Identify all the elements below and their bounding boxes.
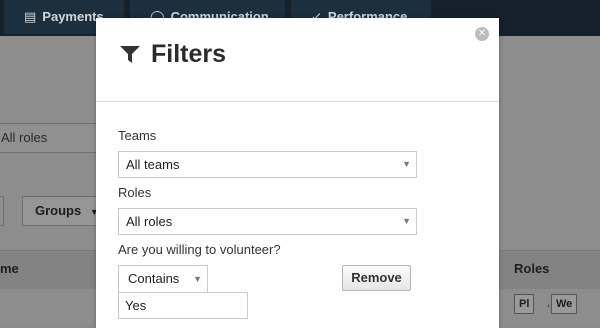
dropdown-arrow-icon: ▼ xyxy=(193,274,202,284)
role-pill: Pl xyxy=(514,294,535,314)
roles-select[interactable]: All roles ▼ xyxy=(118,208,417,235)
roles-filter-field[interactable]: All roles xyxy=(0,123,103,153)
volunteer-value-text: Yes xyxy=(125,298,147,313)
roles-select-value: All roles xyxy=(126,214,173,229)
groups-button[interactable]: Groups ▼ xyxy=(22,196,102,226)
modal-title: Filters xyxy=(151,40,227,68)
operator-select[interactable]: Contains ▼ xyxy=(118,265,208,293)
tab-payments-label: Payments xyxy=(42,9,104,24)
table-header-roles: Roles xyxy=(514,261,550,276)
remove-button[interactable]: Remove xyxy=(342,265,411,291)
teams-select-value: All teams xyxy=(126,157,180,172)
filter-icon xyxy=(120,46,140,63)
close-icon[interactable]: ✕ xyxy=(475,27,489,41)
volunteer-label: Are you willing to volunteer? xyxy=(118,242,281,257)
table-header-name: me xyxy=(0,261,19,276)
roles-label: Roles xyxy=(118,185,152,200)
operator-select-value: Contains xyxy=(128,271,180,286)
filters-modal: Filters ✕ Teams All teams ▼ Roles All ro… xyxy=(96,18,499,328)
left-button-edge[interactable] xyxy=(0,196,4,226)
pill-separator: , xyxy=(547,297,551,309)
role-pill: We xyxy=(551,294,578,314)
teams-select[interactable]: All teams ▼ xyxy=(118,151,417,178)
volunteer-value-input[interactable]: Yes xyxy=(118,292,248,319)
roles-filter-value: All roles xyxy=(1,130,48,145)
teams-label: Teams xyxy=(118,128,157,143)
groups-button-label: Groups xyxy=(35,203,82,218)
card-icon: ▤ xyxy=(24,9,37,24)
dropdown-arrow-icon: ▼ xyxy=(402,216,411,226)
dropdown-arrow-icon: ▼ xyxy=(402,159,411,169)
modal-header: Filters ✕ xyxy=(96,18,499,102)
